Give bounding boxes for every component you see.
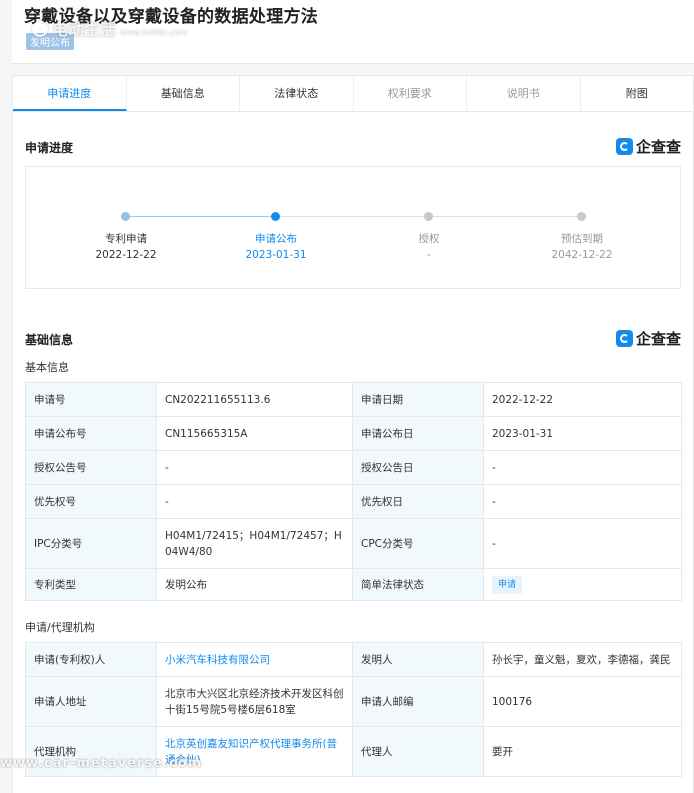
main-panel: 申请进度 企查查 专利申请 2022-12-22 申请公布 2023-01-31… (12, 112, 694, 793)
progress-section-title: 申请进度 (25, 141, 74, 155)
field-key: 发明人 (352, 642, 484, 677)
field-key: 申请号 (25, 382, 157, 417)
qichacha-icon (615, 138, 633, 155)
field-value: 发明公布 (156, 568, 353, 601)
section-tabs: 申请进度 基础信息 法律状态 权利要求 说明书 附图 (12, 75, 694, 112)
field-key: 代理人 (352, 726, 484, 777)
field-value: 申请 (483, 568, 682, 601)
progress-step: 授权 - (369, 231, 489, 263)
step-date: 2023-01-31 (245, 249, 307, 261)
step-label: 预估到期 (561, 233, 603, 245)
applicant-link[interactable]: 小米汽车科技有限公司 (165, 654, 270, 666)
qichacha-logo[interactable]: 企查查 (615, 328, 681, 349)
field-value: 要开 (483, 726, 682, 777)
step-dot-expiry (577, 212, 586, 221)
field-key: 申请公布日 (352, 416, 484, 451)
table-row: 申请人地址 北京市大兴区北京经济技术开发区科创十街15号院5号楼6层618室 申… (25, 676, 682, 727)
table-row: 申请号 CN202211655113.6 申请日期 2022-12-22 (25, 382, 682, 417)
basic-info-subtitle: 基本信息 (25, 361, 69, 374)
field-value: 2023-01-31 (483, 416, 682, 451)
progress-step: 专利申请 2022-12-22 (66, 231, 186, 263)
field-value: 孙长宇，童义魁，夏欢，李德福，龚民 (483, 642, 682, 677)
field-key: 授权公告日 (352, 450, 484, 485)
field-key: 简单法律状态 (352, 568, 484, 601)
step-dot-granted (424, 212, 433, 221)
field-value: - (483, 450, 682, 485)
table-row: 申请公布号 CN115665315A 申请公布日 2023-01-31 (25, 416, 682, 451)
tab-legal-status[interactable]: 法律状态 (240, 76, 354, 111)
basic-info-section-title: 基础信息 (25, 333, 74, 347)
bottom-watermark: www.car-metaverse.com (0, 756, 203, 771)
watermark-logo: 电动生活 www.evlifes.com (32, 16, 187, 40)
step-date: - (427, 249, 431, 261)
tab-claims[interactable]: 权利要求 (354, 76, 467, 111)
qichacha-logo[interactable]: 企查查 (615, 136, 681, 157)
progress-timeline: 专利申请 2022-12-22 申请公布 2023-01-31 授权 - 预估到… (25, 166, 681, 289)
step-dot-filed (121, 212, 130, 221)
field-value: 北京市大兴区北京经济技术开发区科创十街15号院5号楼6层618室 (156, 676, 353, 727)
table-row: IPC分类号 H04M1/72415；H04M1/72457；H04W4/80 … (25, 518, 682, 569)
progress-line-done (126, 216, 276, 217)
table-row: 申请(专利权)人 小米汽车科技有限公司 发明人 孙长宇，童义魁，夏欢，李德福，龚… (25, 642, 682, 677)
step-label: 专利申请 (105, 233, 147, 245)
table-row: 授权公告号 - 授权公告日 - (25, 450, 682, 485)
field-value: 2022-12-22 (483, 382, 682, 417)
step-date: 2022-12-22 (95, 249, 157, 261)
field-key: 申请人地址 (25, 676, 157, 727)
field-key: 申请公布号 (25, 416, 157, 451)
field-value: CN202211655113.6 (156, 382, 353, 417)
step-date: 2042-12-22 (551, 249, 613, 261)
tab-description[interactable]: 说明书 (467, 76, 581, 111)
basic-info-table: 申请号 CN202211655113.6 申请日期 2022-12-22 申请公… (25, 382, 682, 601)
field-key: 优先权日 (352, 484, 484, 519)
field-value: - (483, 484, 682, 519)
watermark-text: 电动生活 (52, 20, 117, 39)
field-value: CN115665315A (156, 416, 353, 451)
field-key: 授权公告号 (25, 450, 157, 485)
field-key: IPC分类号 (25, 518, 157, 569)
field-value: - (156, 450, 353, 485)
field-key: 专利类型 (25, 568, 157, 601)
qichacha-icon (615, 330, 633, 347)
field-value: - (483, 518, 682, 569)
page-header: 穿戴设备以及穿戴设备的数据处理方法 发明公布 电动生活 www.evlifes.c… (12, 0, 694, 64)
field-key: 申请日期 (352, 382, 484, 417)
field-key: 申请人邮编 (352, 676, 484, 727)
qichacha-logo-text: 企查查 (635, 138, 681, 156)
field-value: H04M1/72415；H04M1/72457；H04W4/80 (156, 518, 353, 569)
table-row: 优先权号 - 优先权日 - (25, 484, 682, 519)
field-key: 优先权号 (25, 484, 157, 519)
step-label: 授权 (418, 233, 440, 245)
field-value: - (156, 484, 353, 519)
field-value: 100176 (483, 676, 682, 727)
agency-subtitle: 申请/代理机构 (25, 621, 95, 634)
field-key: CPC分类号 (352, 518, 484, 569)
tab-application-progress[interactable]: 申请进度 (13, 76, 127, 111)
watermark-url: www.evlifes.com (120, 28, 188, 37)
watermark-icon (32, 21, 48, 37)
step-dot-published (271, 212, 280, 221)
progress-step: 预估到期 2042-12-22 (522, 231, 642, 263)
qichacha-logo-text: 企查查 (635, 330, 681, 348)
field-key: 申请(专利权)人 (25, 642, 157, 677)
tab-basic-info[interactable]: 基础信息 (127, 76, 240, 111)
table-row: 专利类型 发明公布 简单法律状态 申请 (25, 568, 682, 601)
legal-status-badge: 申请 (492, 575, 523, 594)
field-value: 小米汽车科技有限公司 (156, 642, 353, 677)
step-label: 申请公布 (255, 233, 297, 245)
tab-drawings[interactable]: 附图 (581, 76, 694, 111)
progress-step: 申请公布 2023-01-31 (216, 231, 336, 263)
